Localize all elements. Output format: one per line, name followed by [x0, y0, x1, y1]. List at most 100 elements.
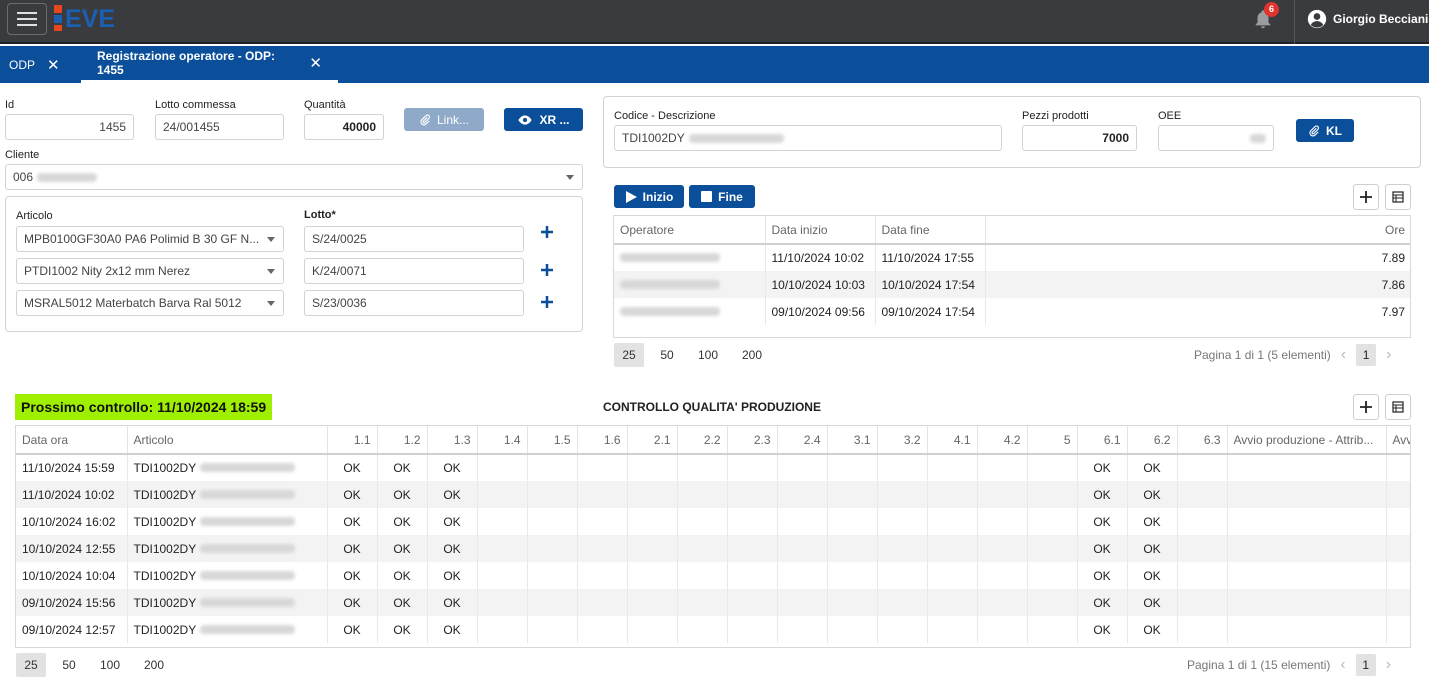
articolo-select-3[interactable]: MSRAL5012 Materbatch Barva Ral 5012	[16, 290, 284, 316]
export-operator-button[interactable]	[1385, 184, 1411, 210]
cell-result: OK	[1127, 454, 1178, 481]
link-button[interactable]: Link...	[404, 108, 484, 131]
start-button[interactable]: Inizio	[614, 185, 684, 208]
cell-empty	[727, 454, 778, 481]
column-header[interactable]: 3.1	[827, 426, 878, 455]
page-size-option[interactable]: 50	[652, 343, 682, 367]
cell-result: OK	[377, 454, 428, 481]
page-size-option[interactable]: 200	[136, 653, 172, 677]
column-header[interactable]: Articolo	[127, 426, 328, 455]
stop-icon	[701, 191, 713, 202]
column-header[interactable]: 6.3	[1177, 426, 1228, 455]
chevron-left-icon[interactable]: ‹	[1341, 346, 1346, 364]
quantita-field[interactable]: 40000	[304, 114, 384, 140]
page-number[interactable]: 1	[1355, 654, 1376, 676]
column-header[interactable]: Data inizio	[765, 216, 876, 245]
table-row[interactable]: 10/10/2024 16:02 TDI1002DY OK OK OK OK OK	[16, 508, 1410, 535]
column-header[interactable]: Data ora	[16, 426, 128, 455]
column-header[interactable]: Avvio produzione - Attrib...	[1227, 426, 1387, 455]
table-row[interactable]: 09/10/2024 12:57 TDI1002DY OK OK OK OK OK	[16, 616, 1410, 643]
id-field[interactable]: 1455	[5, 114, 134, 140]
spreadsheet-icon	[1392, 191, 1404, 203]
table-row[interactable]: 09/10/2024 09:56 09/10/2024 17:54 7.97	[614, 298, 1410, 325]
cell-empty	[527, 562, 578, 589]
cell-article: TDI1002DY	[127, 535, 328, 562]
kl-button[interactable]: KL	[1296, 119, 1354, 142]
column-header[interactable]: 2.2	[677, 426, 728, 455]
chevron-right-icon[interactable]: ›	[1386, 346, 1391, 364]
column-header[interactable]: Ore	[985, 216, 1410, 245]
column-header[interactable]: Data fine	[875, 216, 986, 245]
close-icon[interactable]: ✕	[47, 56, 60, 74]
lotto-field-3[interactable]: S/23/0036	[304, 290, 524, 316]
table-row[interactable]: 09/10/2024 15:56 TDI1002DY OK OK OK OK OK	[16, 589, 1410, 616]
table-row[interactable]: 11/10/2024 15:59 TDI1002DY OK OK OK OK OK	[16, 454, 1410, 481]
lotto-field-1[interactable]: S/24/0025	[304, 226, 524, 252]
table-row[interactable]: 10/10/2024 10:03 10/10/2024 17:54 7.86	[614, 271, 1410, 298]
page-size-option[interactable]: 50	[54, 653, 84, 677]
column-header[interactable]: Avvi	[1386, 426, 1410, 455]
cell-empty	[1386, 508, 1410, 535]
chevron-right-icon[interactable]: ›	[1386, 656, 1391, 674]
articolo-select-2[interactable]: PTDI1002 Nity 2x12 mm Nerez	[16, 258, 284, 284]
export-quality-button[interactable]	[1385, 394, 1411, 420]
hamburger-menu-button[interactable]	[7, 3, 47, 35]
column-header[interactable]: 1.6	[577, 426, 628, 455]
cell-empty	[1386, 481, 1410, 508]
page-size-option[interactable]: 25	[16, 653, 46, 677]
column-header[interactable]: 5	[1027, 426, 1078, 455]
column-header[interactable]: 1.4	[477, 426, 528, 455]
cell-empty	[527, 589, 578, 616]
column-header[interactable]: 6.2	[1127, 426, 1178, 455]
column-header[interactable]: 2.3	[727, 426, 778, 455]
table-row[interactable]: 11/10/2024 10:02 TDI1002DY OK OK OK OK OK	[16, 481, 1410, 508]
tab-registrazione-operatore[interactable]: Registrazione operatore - ODP: 1455 ✕	[81, 46, 338, 83]
column-header[interactable]: 2.4	[777, 426, 828, 455]
page-size-option[interactable]: 100	[92, 653, 128, 677]
lotto-field-2[interactable]: K/24/0071	[304, 258, 524, 284]
user-avatar-icon[interactable]	[1307, 9, 1327, 29]
table-row[interactable]: 10/10/2024 12:55 TDI1002DY OK OK OK OK OK	[16, 535, 1410, 562]
cell-empty	[727, 589, 778, 616]
cell-empty	[877, 481, 928, 508]
column-header[interactable]: 1.2	[377, 426, 428, 455]
cell-empty	[777, 616, 828, 643]
column-header[interactable]: 1.3	[427, 426, 478, 455]
tab-odp[interactable]: ODP ✕	[9, 46, 60, 83]
pezzi-field[interactable]: 7000	[1022, 125, 1137, 151]
column-header[interactable]: 3.2	[877, 426, 928, 455]
spreadsheet-icon	[1392, 401, 1404, 413]
column-header[interactable]: 6.1	[1077, 426, 1128, 455]
column-header[interactable]: 4.2	[977, 426, 1028, 455]
page-number[interactable]: 1	[1356, 344, 1377, 366]
add-icon[interactable]	[539, 294, 555, 310]
lotto-commessa-field[interactable]: 24/001455	[155, 114, 284, 140]
articolo-select-1[interactable]: MPB0100GF30A0 PA6 Polimid B 30 GF N...	[16, 226, 284, 252]
close-icon[interactable]: ✕	[309, 54, 322, 72]
add-quality-button[interactable]	[1353, 394, 1379, 420]
cell-empty	[627, 562, 678, 589]
add-operator-button[interactable]	[1353, 184, 1379, 210]
column-header[interactable]: 2.1	[627, 426, 678, 455]
page-size-option[interactable]: 200	[734, 343, 770, 367]
page-size-option[interactable]: 100	[690, 343, 726, 367]
cliente-select[interactable]: 006	[5, 164, 583, 190]
column-header[interactable]: 1.5	[527, 426, 578, 455]
oee-field[interactable]	[1158, 125, 1274, 151]
cell-result: OK	[377, 562, 428, 589]
add-icon[interactable]	[539, 224, 555, 240]
cell-empty	[927, 616, 978, 643]
column-header[interactable]: 4.1	[927, 426, 978, 455]
user-name[interactable]: Giorgio Becciani	[1333, 12, 1428, 26]
cell-result: OK	[427, 454, 478, 481]
chevron-left-icon[interactable]: ‹	[1340, 656, 1345, 674]
column-header[interactable]: Operatore	[614, 216, 766, 245]
codice-field[interactable]: TDI1002DY	[614, 125, 1002, 151]
add-icon[interactable]	[539, 262, 555, 278]
table-row[interactable]: 10/10/2024 10:04 TDI1002DY OK OK OK OK OK	[16, 562, 1410, 589]
xr-button[interactable]: XR ...	[504, 108, 583, 131]
column-header[interactable]: 1.1	[327, 426, 378, 455]
page-size-option[interactable]: 25	[614, 343, 644, 367]
table-row[interactable]: 11/10/2024 10:02 11/10/2024 17:55 7.89	[614, 244, 1410, 271]
end-button[interactable]: Fine	[689, 185, 755, 208]
